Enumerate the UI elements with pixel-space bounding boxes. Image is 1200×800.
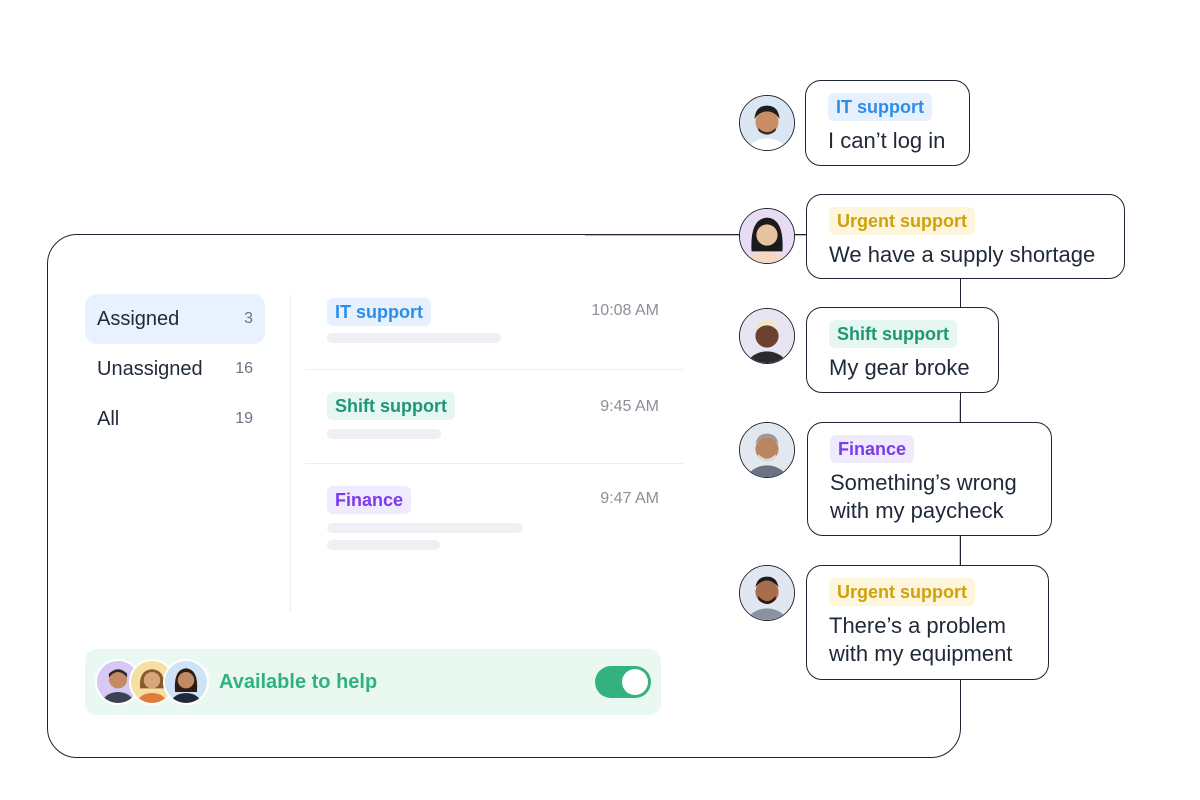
agent-avatar [163, 659, 209, 705]
conversation-time: 9:45 AM [600, 398, 659, 415]
customer-avatar [739, 208, 795, 264]
chat-message: My gear broke [829, 355, 970, 380]
chat-message: Something’s wrong with my paycheck [830, 470, 1017, 523]
customer-avatar [739, 95, 795, 151]
chat-bubble[interactable]: Finance Something’s wrong with my payche… [807, 422, 1052, 536]
sidebar-item-label: Assigned [97, 307, 180, 330]
chat-tag: Urgent support [829, 578, 975, 606]
chat-tag: Shift support [829, 320, 957, 348]
divider [290, 294, 291, 612]
chat-bubble[interactable]: Shift support My gear broke [806, 307, 999, 393]
chat-bubble[interactable]: Urgent support There’s a problem with my… [806, 565, 1049, 680]
chat-tag: IT support [828, 93, 932, 121]
chat-tag: Urgent support [829, 207, 975, 235]
person-avatar-icon [740, 96, 794, 150]
conversation-time: 9:47 AM [600, 490, 659, 507]
person-avatar-icon [740, 566, 794, 620]
sidebar-item-count: 3 [244, 310, 253, 327]
sidebar-item-count: 19 [235, 410, 253, 427]
agent-avatars [95, 659, 215, 705]
chat-bubble[interactable]: IT support I can’t log in [805, 80, 970, 166]
chat-message: I can’t log in [828, 128, 946, 153]
person-avatar-icon [740, 209, 794, 263]
availability-toggle[interactable] [595, 666, 651, 698]
chat-message: We have a supply shortage [829, 242, 1096, 267]
person-avatar-icon [165, 661, 207, 703]
availability-label: Available to help [219, 671, 378, 693]
preview-placeholder [327, 429, 441, 439]
conversation-time: 10:08 AM [591, 302, 659, 319]
conversation-tag: Finance [327, 486, 412, 514]
sidebar-item-assigned[interactable]: Assigned 3 [85, 294, 265, 344]
conversation-item[interactable]: Finance 9:47 AM [305, 464, 683, 564]
inbox-sidebar: Assigned 3 Unassigned 16 All 19 [85, 294, 265, 444]
sidebar-item-count: 16 [235, 360, 253, 377]
conversation-item[interactable]: IT support 10:08 AM [305, 294, 683, 370]
preview-placeholder [327, 333, 501, 343]
sidebar-item-unassigned[interactable]: Unassigned 16 [85, 344, 265, 394]
preview-placeholder [327, 540, 440, 550]
conversation-tag: Shift support [327, 392, 455, 420]
conversation-list: IT support 10:08 AM Shift support 9:45 A… [305, 294, 683, 564]
conversation-tag: IT support [327, 298, 431, 326]
customer-avatar [739, 308, 795, 364]
customer-avatar [739, 565, 795, 621]
availability-bar: Available to help [85, 649, 661, 715]
conversation-item[interactable]: Shift support 9:45 AM [305, 370, 683, 464]
preview-placeholder [327, 523, 523, 533]
sidebar-item-label: Unassigned [97, 357, 203, 380]
chat-message: There’s a problem with my equipment [829, 613, 1013, 666]
person-avatar-icon [740, 309, 794, 363]
chat-bubble[interactable]: Urgent support We have a supply shortage [806, 194, 1125, 279]
person-avatar-icon [740, 423, 794, 477]
chat-tag: Finance [830, 435, 915, 463]
sidebar-item-all[interactable]: All 19 [85, 394, 265, 444]
customer-avatar [739, 422, 795, 478]
toggle-knob [622, 669, 648, 695]
sidebar-item-label: All [97, 407, 120, 430]
